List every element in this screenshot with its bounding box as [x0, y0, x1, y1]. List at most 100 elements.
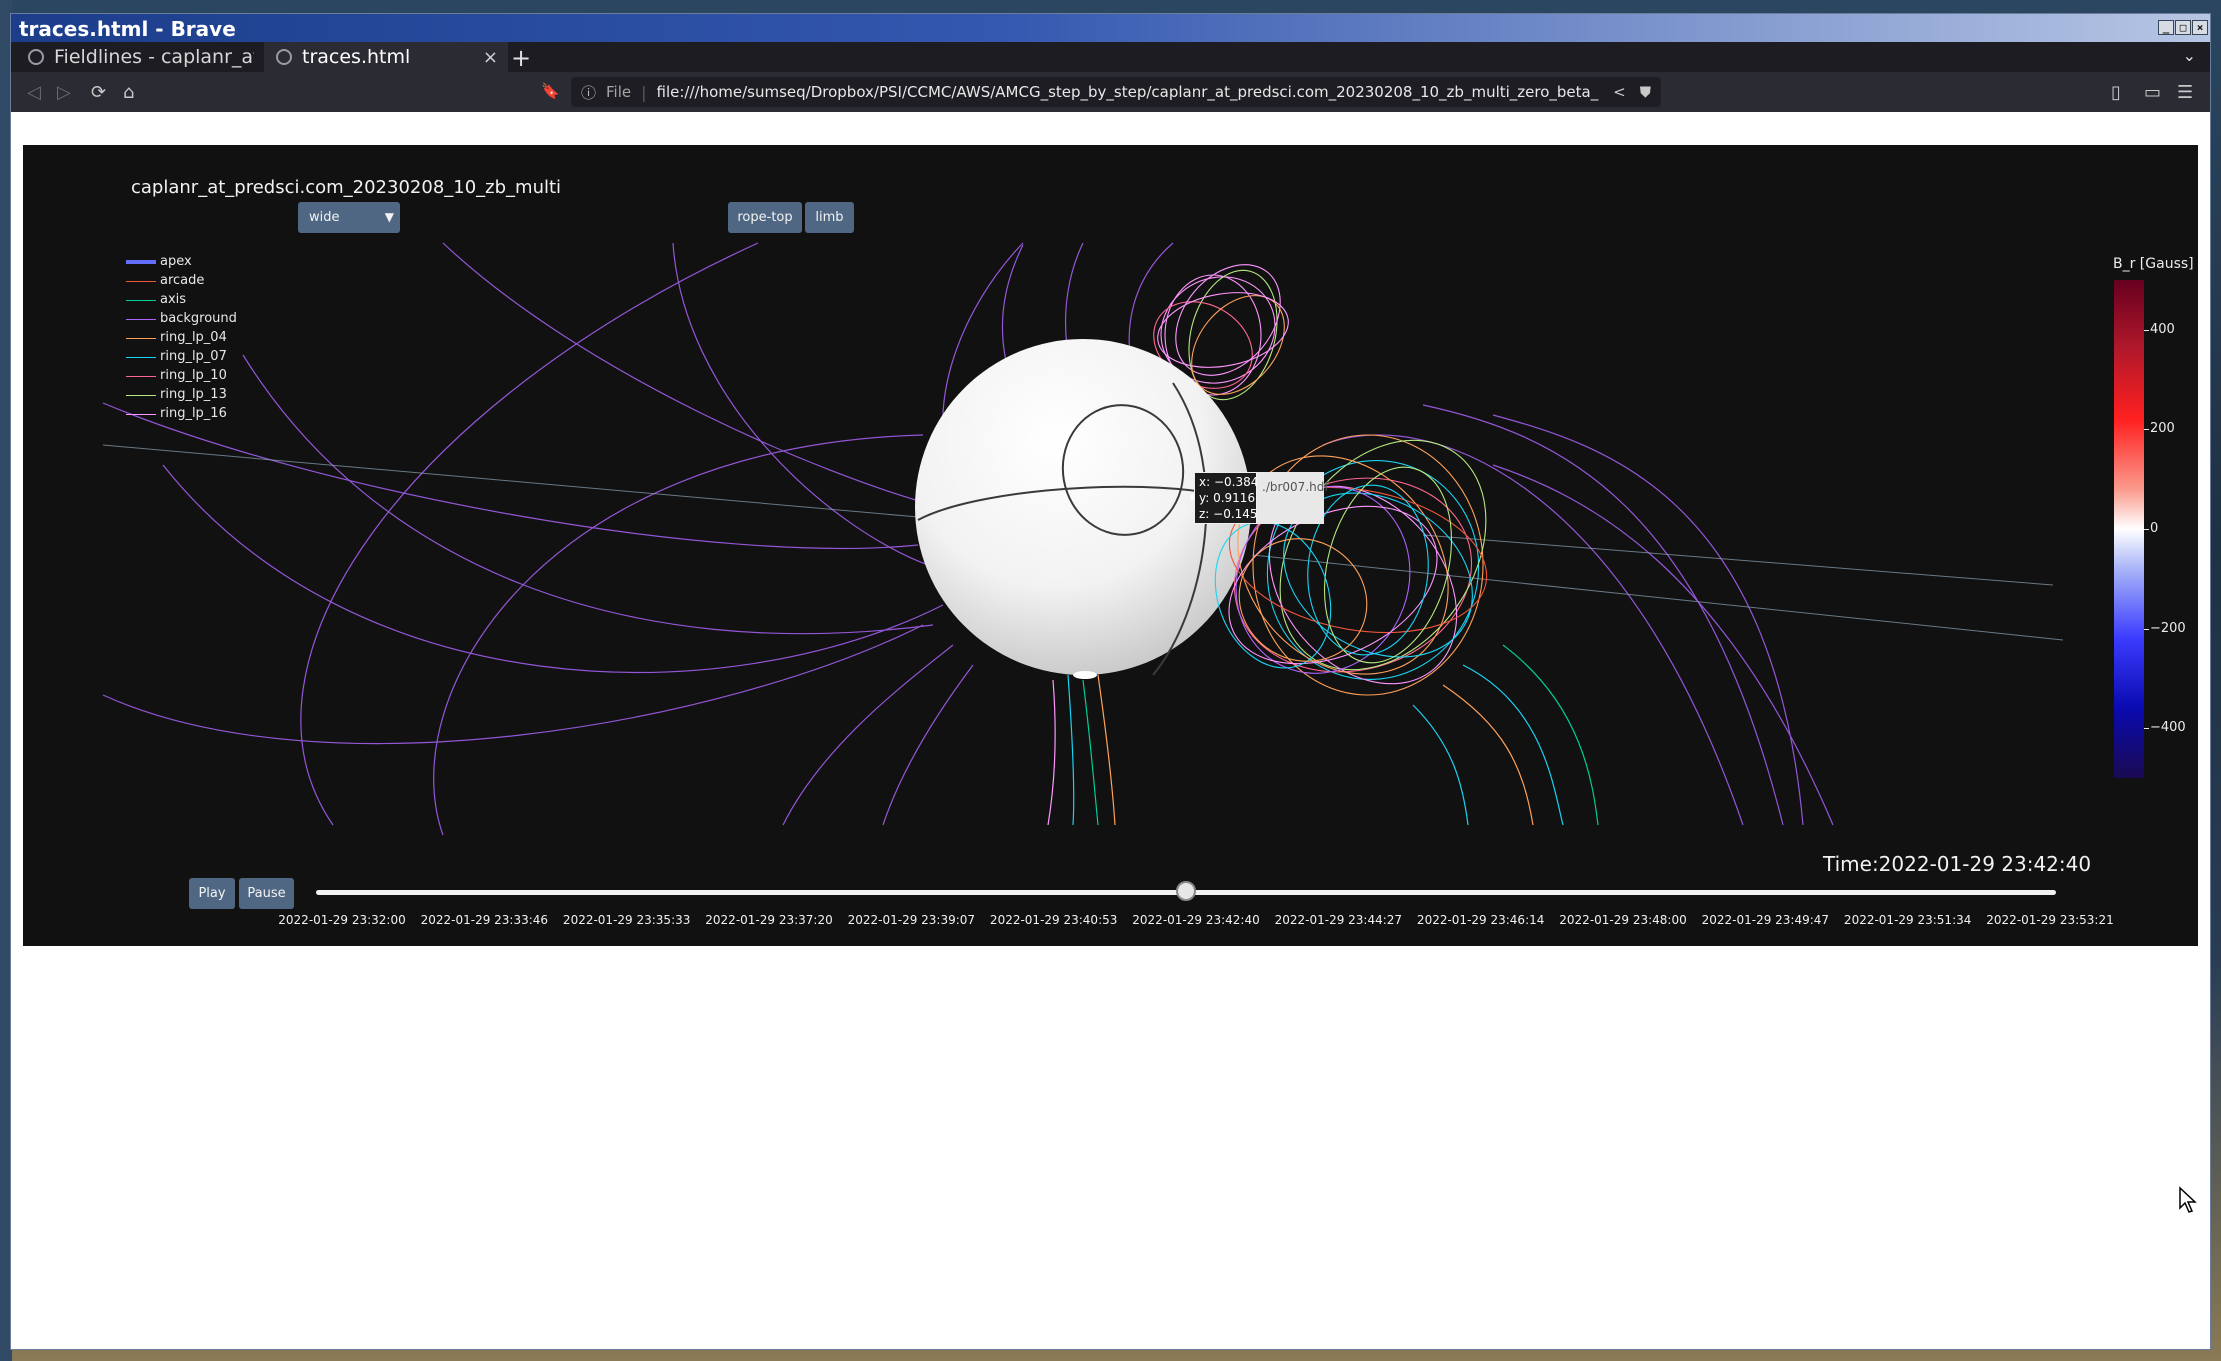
wallet-icon[interactable]: ▭ — [2144, 82, 2161, 103]
limb-button[interactable]: limb — [805, 202, 854, 233]
close-tab-icon[interactable]: × — [483, 47, 498, 68]
dropdown-caret-icon: ▼ — [384, 210, 394, 224]
window-title: traces.html - Brave — [19, 17, 236, 41]
share-icon[interactable]: < — [1613, 83, 1626, 101]
legend-item-ring-lp-16[interactable]: ring_lp_16 — [126, 404, 276, 423]
slider-tick-label[interactable]: 2022-01-29 23:33:46 — [421, 913, 548, 927]
legend-swatch — [126, 299, 156, 301]
bookmark-icon[interactable]: 🔖 — [541, 82, 560, 100]
pause-button[interactable]: Pause — [239, 878, 294, 909]
legend-item-ring-lp-07[interactable]: ring_lp_07 — [126, 347, 276, 366]
navigation-toolbar: ◁ ▷ ⟳ ⌂ 🔖 ⓘ File | file:///home/sumseq/D… — [11, 72, 2210, 112]
url-separator: | — [641, 82, 647, 102]
colorbar-tick-label: 0 — [2150, 521, 2159, 536]
globe-icon — [28, 49, 44, 65]
forward-icon[interactable]: ▷ — [57, 82, 71, 103]
new-tab-button[interactable]: + — [511, 44, 531, 72]
legend-label: apex — [160, 254, 192, 269]
time-slider-handle[interactable] — [1176, 881, 1196, 901]
slider-tick-label[interactable]: 2022-01-29 23:48:00 — [1559, 913, 1686, 927]
legend-label: arcade — [160, 273, 205, 288]
slider-tick-label[interactable]: 2022-01-29 23:42:40 — [1132, 913, 1259, 927]
flux-rope-main — [1214, 434, 1488, 696]
reload-icon[interactable]: ⟳ — [91, 82, 106, 103]
legend-label: axis — [160, 292, 187, 307]
legend-label: ring_lp_16 — [160, 406, 227, 421]
colorbar-title: B_r [Gauss] — [2113, 256, 2194, 272]
legend-item-arcade[interactable]: arcade — [126, 271, 276, 290]
legend-swatch — [126, 260, 156, 264]
view-dropdown[interactable]: wide ▼ — [298, 202, 400, 233]
window-titlebar[interactable]: traces.html - Brave _ □ × — [11, 14, 2210, 42]
colorbar-tick-mark — [2144, 329, 2149, 331]
legend-swatch — [126, 280, 156, 282]
legend-label: ring_lp_13 — [160, 387, 227, 402]
current-time-label: Time:2022-01-29 23:42:40 — [1823, 852, 2092, 876]
legend-swatch — [126, 318, 156, 320]
close-window-button[interactable]: × — [2192, 20, 2208, 35]
slider-tick-label[interactable]: 2022-01-29 23:32:00 — [278, 913, 405, 927]
maximize-button[interactable]: □ — [2175, 20, 2191, 35]
colorbar-tick-mark — [2144, 429, 2149, 431]
back-icon[interactable]: ◁ — [27, 82, 41, 103]
tab-traces[interactable]: traces.html × — [264, 42, 508, 72]
colorbar-tick-mark — [2144, 628, 2149, 630]
tab-list-chevron-icon[interactable]: ⌄ — [2183, 46, 2196, 65]
legend-label: ring_lp_10 — [160, 368, 227, 383]
tab-label: traces.html — [302, 46, 411, 68]
colorbar-tick-mark — [2144, 529, 2149, 530]
slider-tick-label[interactable]: 2022-01-29 23:35:33 — [563, 913, 690, 927]
browser-window: traces.html - Brave _ □ × Fieldlines - c… — [10, 13, 2211, 1350]
menu-icon[interactable]: ☰ — [2177, 82, 2193, 103]
page-content: caplanr_at_predsci.com_20230208_10_zb_mu… — [11, 112, 2210, 1349]
slider-tick-label[interactable]: 2022-01-29 23:39:07 — [848, 913, 975, 927]
slider-tick-label[interactable]: 2022-01-29 23:51:34 — [1844, 913, 1971, 927]
address-bar[interactable]: ⓘ File | file:///home/sumseq/Dropbox/PSI… — [571, 77, 1661, 107]
slider-tick-label[interactable]: 2022-01-29 23:49:47 — [1702, 913, 1829, 927]
slider-tick-label[interactable]: 2022-01-29 23:53:21 — [1986, 913, 2113, 927]
legend-swatch — [126, 413, 156, 415]
legend-swatch — [126, 375, 156, 377]
slider-tick-label[interactable]: 2022-01-29 23:40:53 — [990, 913, 1117, 927]
legend-item-ring-lp-10[interactable]: ring_lp_10 — [126, 366, 276, 385]
view-dropdown-value: wide — [309, 210, 340, 225]
legend-item-apex[interactable]: apex — [126, 252, 276, 271]
plot-title: caplanr_at_predsci.com_20230208_10_zb_mu… — [131, 177, 562, 198]
plotly-figure[interactable]: caplanr_at_predsci.com_20230208_10_zb_mu… — [23, 145, 2198, 946]
globe-icon — [276, 49, 292, 65]
sidebar-icon[interactable]: ▯ — [2111, 82, 2121, 103]
tooltip-z: z: −0.1453 — [1199, 507, 1266, 521]
tooltip-x: x: −0.384 — [1199, 475, 1259, 489]
colorbar — [2114, 280, 2144, 778]
legend-label: ring_lp_07 — [160, 349, 227, 364]
site-info-icon[interactable]: ⓘ — [581, 82, 596, 103]
legend-item-ring-lp-13[interactable]: ring_lp_13 — [126, 385, 276, 404]
url-text[interactable]: file:///home/sumseq/Dropbox/PSI/CCMC/AWS… — [657, 83, 1600, 101]
brave-shield-icon[interactable]: ⛊ — [1640, 83, 1651, 101]
tooltip-y: y: 0.9116 — [1199, 491, 1256, 505]
legend-swatch — [126, 394, 156, 396]
legend-item-axis[interactable]: axis — [126, 290, 276, 309]
slider-tick-label[interactable]: 2022-01-29 23:44:27 — [1275, 913, 1402, 927]
minimize-button[interactable]: _ — [2158, 20, 2174, 35]
rope-top-button[interactable]: rope-top — [728, 202, 802, 233]
legend-label: background — [160, 311, 237, 326]
legend-item-background[interactable]: background — [126, 309, 276, 328]
slider-tick-label[interactable]: 2022-01-29 23:37:20 — [705, 913, 832, 927]
play-button[interactable]: Play — [189, 878, 235, 909]
url-scheme-label: File — [606, 83, 632, 101]
tooltip-trace-name: ./br007.hdf — [1257, 472, 1329, 524]
slider-tick-label[interactable]: 2022-01-29 23:46:14 — [1417, 913, 1544, 927]
tab-fieldlines[interactable]: Fieldlines - caplanr_at — [16, 42, 264, 72]
tab-strip: Fieldlines - caplanr_at traces.html × + … — [11, 42, 2210, 72]
fieldline-legs — [1047, 644, 1599, 826]
legend-item-ring-lp-04[interactable]: ring_lp_04 — [126, 328, 276, 347]
colorbar-tick-label: 400 — [2150, 321, 2175, 337]
mouse-cursor-icon — [2179, 1186, 2197, 1213]
3d-scene[interactable] — [23, 145, 2198, 946]
colorbar-tick-label: 200 — [2150, 421, 2175, 437]
south-pole-marker — [1073, 671, 1097, 679]
tab-label: Fieldlines - caplanr_at — [54, 46, 254, 68]
home-icon[interactable]: ⌂ — [123, 82, 134, 103]
colorbar-tick-label: −400 — [2150, 720, 2186, 736]
